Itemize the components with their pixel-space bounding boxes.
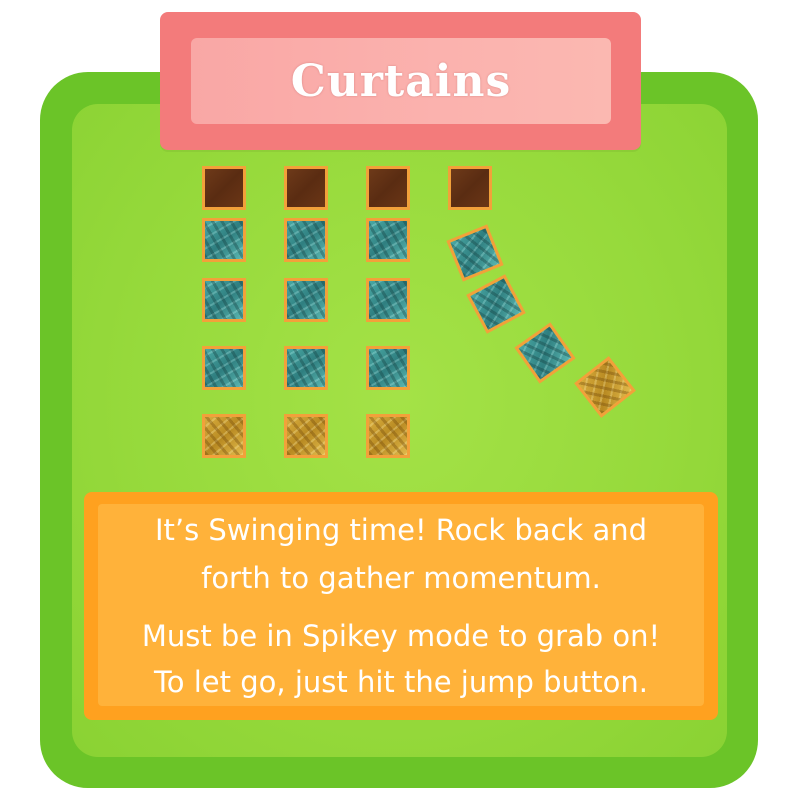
- title-plate: Curtains: [191, 38, 611, 124]
- teal-block: [202, 346, 246, 390]
- brown-anchor-block: [448, 166, 492, 210]
- teal-block: [284, 278, 328, 322]
- teal-block: [202, 218, 246, 262]
- gold-block: [202, 414, 246, 458]
- teal-block: [366, 218, 410, 262]
- title-text: Curtains: [290, 55, 512, 107]
- instruction-line-2: forth to gather momentum.: [201, 561, 601, 595]
- brown-anchor-block: [366, 166, 410, 210]
- brown-anchor-block: [202, 166, 246, 210]
- instruction-line-4: To let go, just hit the jump button.: [154, 665, 648, 699]
- teal-block: [284, 218, 328, 262]
- instruction-line-1: It’s Swinging time! Rock back and: [154, 513, 648, 547]
- gold-block: [284, 414, 328, 458]
- teal-block: [202, 278, 246, 322]
- instruction-line-3: Must be in Spikey mode to grab on!: [141, 619, 661, 653]
- brown-anchor-block: [284, 166, 328, 210]
- teal-block: [366, 278, 410, 322]
- teal-block: [366, 346, 410, 390]
- teal-block: [284, 346, 328, 390]
- gold-block: [366, 414, 410, 458]
